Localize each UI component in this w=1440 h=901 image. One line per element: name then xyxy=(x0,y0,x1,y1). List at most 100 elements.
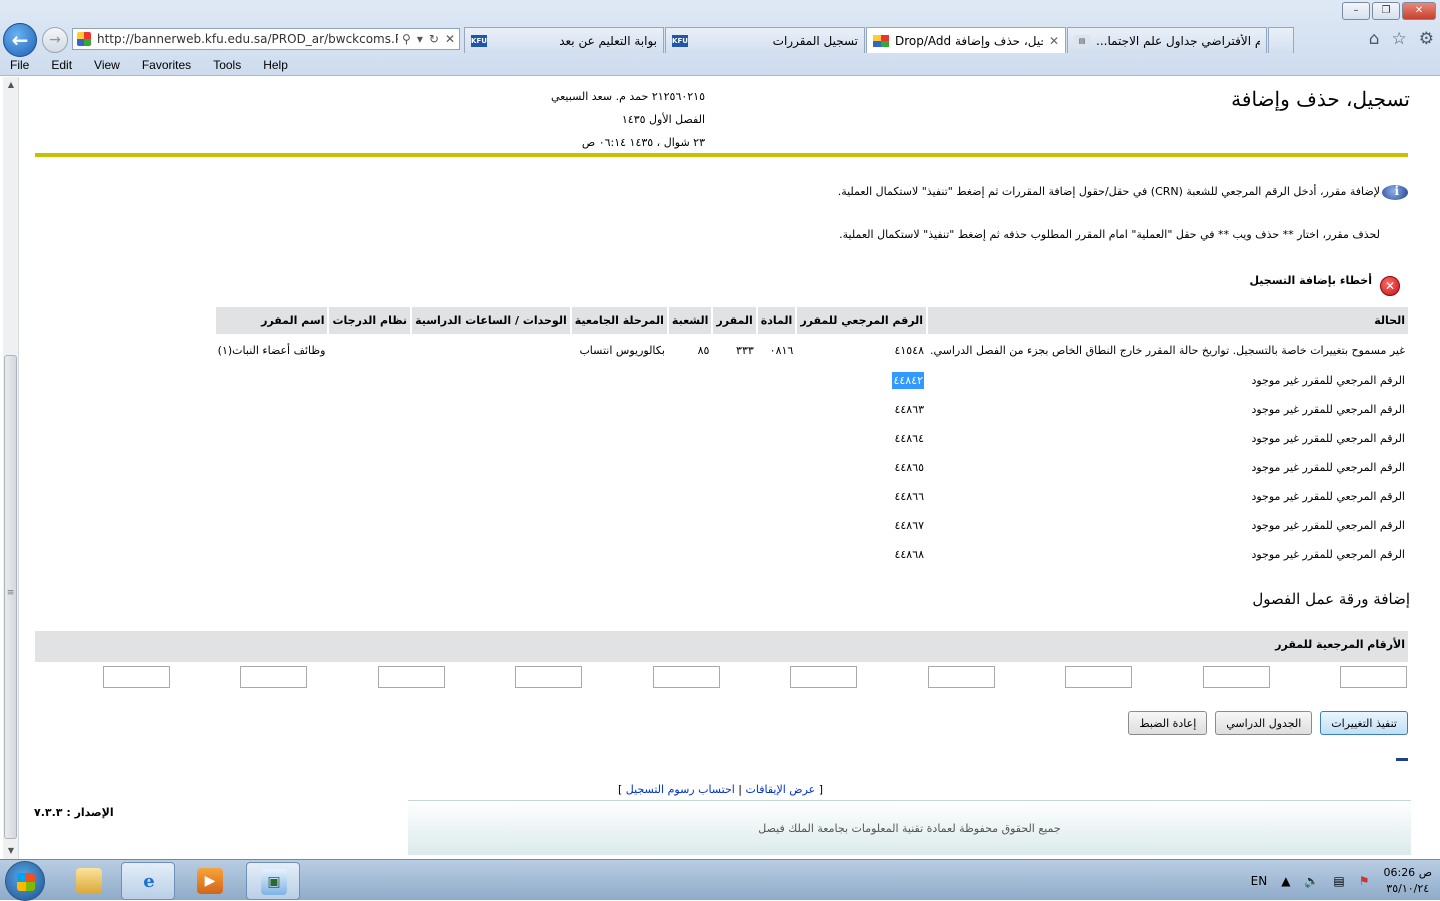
clock-date: ٣٥/١٠/٢٤ xyxy=(1386,881,1430,895)
row-course-title: وظائف أعضاء النبات(١) xyxy=(217,343,326,357)
footer-links: [ عرض الإيقافات | احتساب رسوم التسجيل ] xyxy=(618,783,824,796)
class-schedule-button[interactable]: الجدول الدراسي xyxy=(1215,711,1313,735)
system-tray: EN ▲ 🔈 ▤ ⚑ 06:26 ص ٣٥/١٠/٢٤ xyxy=(1251,860,1432,901)
menu-favorites[interactable]: Favorites xyxy=(142,58,191,72)
crn-input-4[interactable] xyxy=(928,666,995,688)
media-player-taskbar-button[interactable]: ▶ xyxy=(183,862,237,900)
refresh-icon[interactable]: ↻ xyxy=(429,32,439,46)
col-status: الحالة xyxy=(926,307,1408,334)
browser-tools: ⌂ ☆ ⚙ xyxy=(1369,29,1434,49)
crn-input-6[interactable] xyxy=(653,666,720,688)
page-viewport: ▲ ≡ ▼ تسجيل، حذف وإضافة ٢١٢٥٦٠٢١٥ حمد م.… xyxy=(0,77,1440,859)
row-section: ٨٥ xyxy=(697,343,710,357)
table-row: الرقم المرجعي للمقرر غير موجود ٤٤٨٦٥ xyxy=(215,453,1408,482)
errors-title: أخطاء بإضافة التسجيل xyxy=(1249,274,1372,287)
submit-changes-button[interactable]: تنفيذ التغييرات xyxy=(1320,711,1408,735)
row-grade-mode xyxy=(328,334,411,366)
page-content: تسجيل، حذف وإضافة ٢١٢٥٦٠٢١٥ حمد م. سعد ا… xyxy=(28,77,1418,859)
menu-file[interactable]: File xyxy=(10,58,29,72)
col-course: المقرر xyxy=(711,307,757,334)
crn-input-10[interactable] xyxy=(103,666,170,688)
gear-icon[interactable]: ⚙ xyxy=(1419,29,1434,49)
crn-input-7[interactable] xyxy=(515,666,582,688)
col-grade-mode: نظام الدرجات xyxy=(327,307,412,334)
back-arrow-icon: ← xyxy=(11,28,29,52)
header-divider xyxy=(35,153,1408,157)
clock[interactable]: 06:26 ص ٣٥/١٠/٢٤ xyxy=(1383,865,1432,897)
crn-input-2[interactable] xyxy=(1203,666,1270,688)
table-row: الرقم المرجعي للمقرر غير موجود ٤٤٨٦٣ xyxy=(215,395,1408,424)
windows-logo-icon xyxy=(17,873,35,891)
tab-label: بوابة التعليم عن بعد xyxy=(559,33,657,48)
info-icon: i xyxy=(1382,183,1408,201)
start-button[interactable] xyxy=(5,861,45,901)
tab-drop-add[interactable]: Drop/Add تسجيل، حذف وإضافة ✕ xyxy=(866,27,1066,53)
ie-taskbar-button[interactable]: e xyxy=(121,862,175,900)
row-crn: ٤٤٨٦٣ xyxy=(894,403,925,416)
menu-edit[interactable]: Edit xyxy=(51,58,72,72)
minimize-button[interactable]: – xyxy=(1342,2,1370,20)
explorer-taskbar-button[interactable] xyxy=(62,862,116,900)
crn-input-1[interactable] xyxy=(1340,666,1407,688)
row-crn: ٤١٥٤٨ xyxy=(894,343,925,357)
col-crn: الرقم المرجعي للمقرر xyxy=(795,307,928,334)
network-icon[interactable]: ▤ xyxy=(1333,874,1344,888)
timestamp: ٢٣ شوال ، ١٤٣٥ ٠٦:١٤ ص xyxy=(581,136,705,149)
drop-instruction: لحذف مقرر، اختار ** حذف ويب ** في حقل "ا… xyxy=(839,228,1380,241)
crn-input-9[interactable] xyxy=(240,666,307,688)
user-info: ٢١٢٥٦٠٢١٥ حمد م. سعد السبيعي الفصل الأول… xyxy=(525,85,705,154)
view-holds-link[interactable]: عرض الإيقافات xyxy=(746,783,816,796)
remote-desktop-taskbar-button[interactable]: ▣ xyxy=(246,862,300,900)
copyright-text: جميع الحقوق محفوظة لعمادة تقنية المعلوما… xyxy=(758,822,1061,835)
action-center-icon[interactable]: ⚑ xyxy=(1359,874,1370,888)
scroll-thumb[interactable]: ≡ xyxy=(4,355,17,839)
restore-button[interactable]: ❐ xyxy=(1372,2,1400,20)
tab-sociology-schedule[interactable]: ▤ ...النظام الأفتراضي جداول علم الاجتما xyxy=(1067,27,1267,53)
table-row: الرقم المرجعي للمقرر غير موجود ٤٤٨٦٤ xyxy=(215,424,1408,453)
close-window-button[interactable]: ✕ xyxy=(1402,2,1436,20)
browser-chrome: – ❐ ✕ ← → http://bannerweb.kfu.edu.sa/PR… xyxy=(0,0,1440,76)
address-bar[interactable]: http://bannerweb.kfu.edu.sa/PROD_ar/bwck… xyxy=(72,28,460,50)
crn-input-8[interactable] xyxy=(378,666,445,688)
new-tab-button[interactable] xyxy=(1268,27,1294,53)
registration-errors-table: الحالة الرقم المرجعي للمقرر المادة المقر… xyxy=(213,307,1408,569)
tab-label: تسجيل المقررات xyxy=(772,33,858,48)
internet-explorer-icon: e xyxy=(143,871,155,892)
worksheet-title: إضافة ورقة عمل الفصول xyxy=(1252,590,1410,608)
row-status: الرقم المرجعي للمقرر غير موجود xyxy=(1251,461,1405,474)
menu-bar: File Edit View Favorites Tools Help xyxy=(0,54,1440,76)
search-icon[interactable]: ⚲ xyxy=(402,32,411,46)
window-controls: – ❐ ✕ xyxy=(1342,2,1436,20)
crn-input-3[interactable] xyxy=(1065,666,1132,688)
show-hidden-icons-icon[interactable]: ▲ xyxy=(1281,874,1290,888)
forward-button[interactable]: → xyxy=(42,27,68,53)
release-value: ٧.٣.٣ xyxy=(34,806,63,819)
reset-button[interactable]: إعادة الضبط xyxy=(1128,711,1208,735)
volume-icon[interactable]: 🔈 xyxy=(1304,874,1319,888)
tab-distance-learning[interactable]: KFU بوابة التعليم عن بعد xyxy=(464,27,664,53)
scroll-up-icon[interactable]: ▲ xyxy=(3,77,19,93)
selected-crn: ٤٤٨٤٢ xyxy=(892,372,925,389)
col-hours: الوحدات / الساعات الدراسية xyxy=(410,307,571,334)
menu-help[interactable]: Help xyxy=(263,58,288,72)
language-indicator[interactable]: EN xyxy=(1251,874,1268,888)
dropdown-icon[interactable]: ▾ xyxy=(417,32,423,46)
stop-icon[interactable]: ✕ xyxy=(445,32,455,46)
close-tab-icon[interactable]: ✕ xyxy=(1049,34,1059,48)
tab-strip: KFU بوابة التعليم عن بعد KFU تسجيل المقر… xyxy=(464,27,1294,53)
home-icon[interactable]: ⌂ xyxy=(1369,29,1380,49)
release-label: الإصدار : xyxy=(66,806,114,819)
crn-input-5[interactable] xyxy=(790,666,857,688)
favorites-star-icon[interactable]: ☆ xyxy=(1392,29,1407,49)
tab-course-registration[interactable]: KFU تسجيل المقررات xyxy=(665,27,865,53)
back-button[interactable]: ← xyxy=(3,23,37,57)
site-favicon-icon xyxy=(77,32,91,46)
row-hours xyxy=(411,334,571,366)
vertical-scrollbar[interactable]: ▲ ≡ ▼ xyxy=(3,77,19,859)
url-text[interactable]: http://bannerweb.kfu.edu.sa/PROD_ar/bwck… xyxy=(97,32,398,46)
menu-view[interactable]: View xyxy=(94,58,120,72)
scroll-down-icon[interactable]: ▼ xyxy=(3,843,19,859)
registration-fees-link[interactable]: احتساب رسوم التسجيل xyxy=(626,783,735,796)
menu-tools[interactable]: Tools xyxy=(213,58,241,72)
add-instruction: لإضافة مقرر، أدخل الرقم المرجعي للشعبة (… xyxy=(837,185,1380,198)
